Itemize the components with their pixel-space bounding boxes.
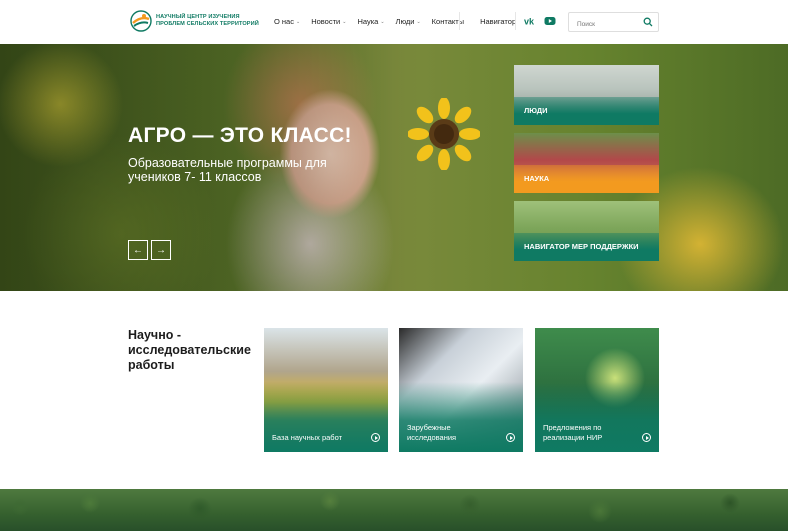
logo-icon[interactable]: [130, 10, 152, 32]
logo-text[interactable]: Научный центр изучения проблем сельских …: [156, 14, 266, 28]
sunflower-image: [408, 98, 480, 170]
arrow-circle-icon: [371, 433, 380, 442]
nav-item-label: Новости: [311, 17, 341, 26]
logo-line-2: проблем сельских территорий: [156, 21, 259, 27]
hero-title: АГРО — ЭТО КЛАСС!: [128, 124, 352, 147]
research-card-foreign[interactable]: Зарубежные исследования: [399, 328, 523, 452]
hero-banner: АГРО — ЭТО КЛАСС! Образовательные програ…: [0, 44, 788, 291]
nav-item-label: Навигатор: [480, 17, 517, 26]
section-title: Научно - исследовательские работы: [128, 328, 251, 372]
nav-item-navigator[interactable]: Навигатор: [480, 17, 516, 26]
chevron-down-icon: ⌄: [342, 18, 347, 25]
slider-next-button[interactable]: →: [151, 240, 171, 260]
search-input[interactable]: [569, 15, 639, 34]
arrow-right-icon: →: [156, 244, 166, 256]
research-card-proposals[interactable]: Предложения по реализации НИР: [535, 328, 659, 452]
site-header: Научный центр изучения проблем сельских …: [0, 0, 788, 44]
research-card-label: Предложения по реализации НИР: [543, 423, 603, 442]
hero-card-people[interactable]: ЛЮДИ: [514, 65, 659, 125]
nav-item-people[interactable]: Люди ⌄: [396, 17, 421, 26]
hero-card-science[interactable]: НАУКА: [514, 133, 659, 193]
chevron-down-icon: ⌄: [380, 18, 385, 25]
nav-item-news[interactable]: Новости ⌄: [311, 17, 346, 26]
hero-card-label: ЛЮДИ: [524, 106, 548, 115]
nav-divider: [515, 12, 516, 30]
vk-icon[interactable]: vk: [524, 16, 536, 27]
hero-card-navigator[interactable]: НАВИГАТОР МЕР ПОДДЕРЖКИ: [514, 201, 659, 261]
svg-text:vk: vk: [524, 17, 535, 27]
nav-item-label: О нас: [274, 17, 294, 26]
logo-line-1: Научный центр изучения: [156, 14, 240, 20]
chevron-down-icon: ⌄: [416, 18, 421, 25]
research-card-database[interactable]: База научных работ: [264, 328, 388, 452]
youtube-icon[interactable]: [544, 16, 556, 26]
chevron-down-icon: ⌄: [295, 18, 301, 25]
forest-banner-image: [0, 489, 788, 531]
slider-prev-button[interactable]: ←: [128, 240, 148, 260]
hero-card-label: НАВИГАТОР МЕР ПОДДЕРЖКИ: [524, 242, 639, 251]
arrow-circle-icon: [642, 433, 651, 442]
hero-card-label: НАУКА: [524, 174, 550, 183]
nav-divider: [459, 12, 460, 30]
nav-item-science[interactable]: Наука ⌄: [357, 17, 384, 26]
nav-item-label: Люди: [395, 17, 415, 26]
arrow-circle-icon: [506, 433, 515, 442]
research-card-label: Зарубежные исследования: [407, 423, 457, 442]
search-icon[interactable]: [643, 17, 653, 27]
arrow-left-icon: ←: [133, 244, 143, 256]
research-card-label: База научных работ: [272, 432, 343, 442]
nav-item-label: Наука: [357, 17, 379, 26]
search-box: [568, 12, 659, 34]
hero-subtitle: Образовательные программы для учеников 7…: [128, 156, 327, 184]
nav-item-about[interactable]: О нас ⌄: [274, 17, 300, 26]
main-nav: О нас ⌄ Новости ⌄ Наука ⌄ Люди ⌄ Контакт…: [274, 17, 527, 26]
